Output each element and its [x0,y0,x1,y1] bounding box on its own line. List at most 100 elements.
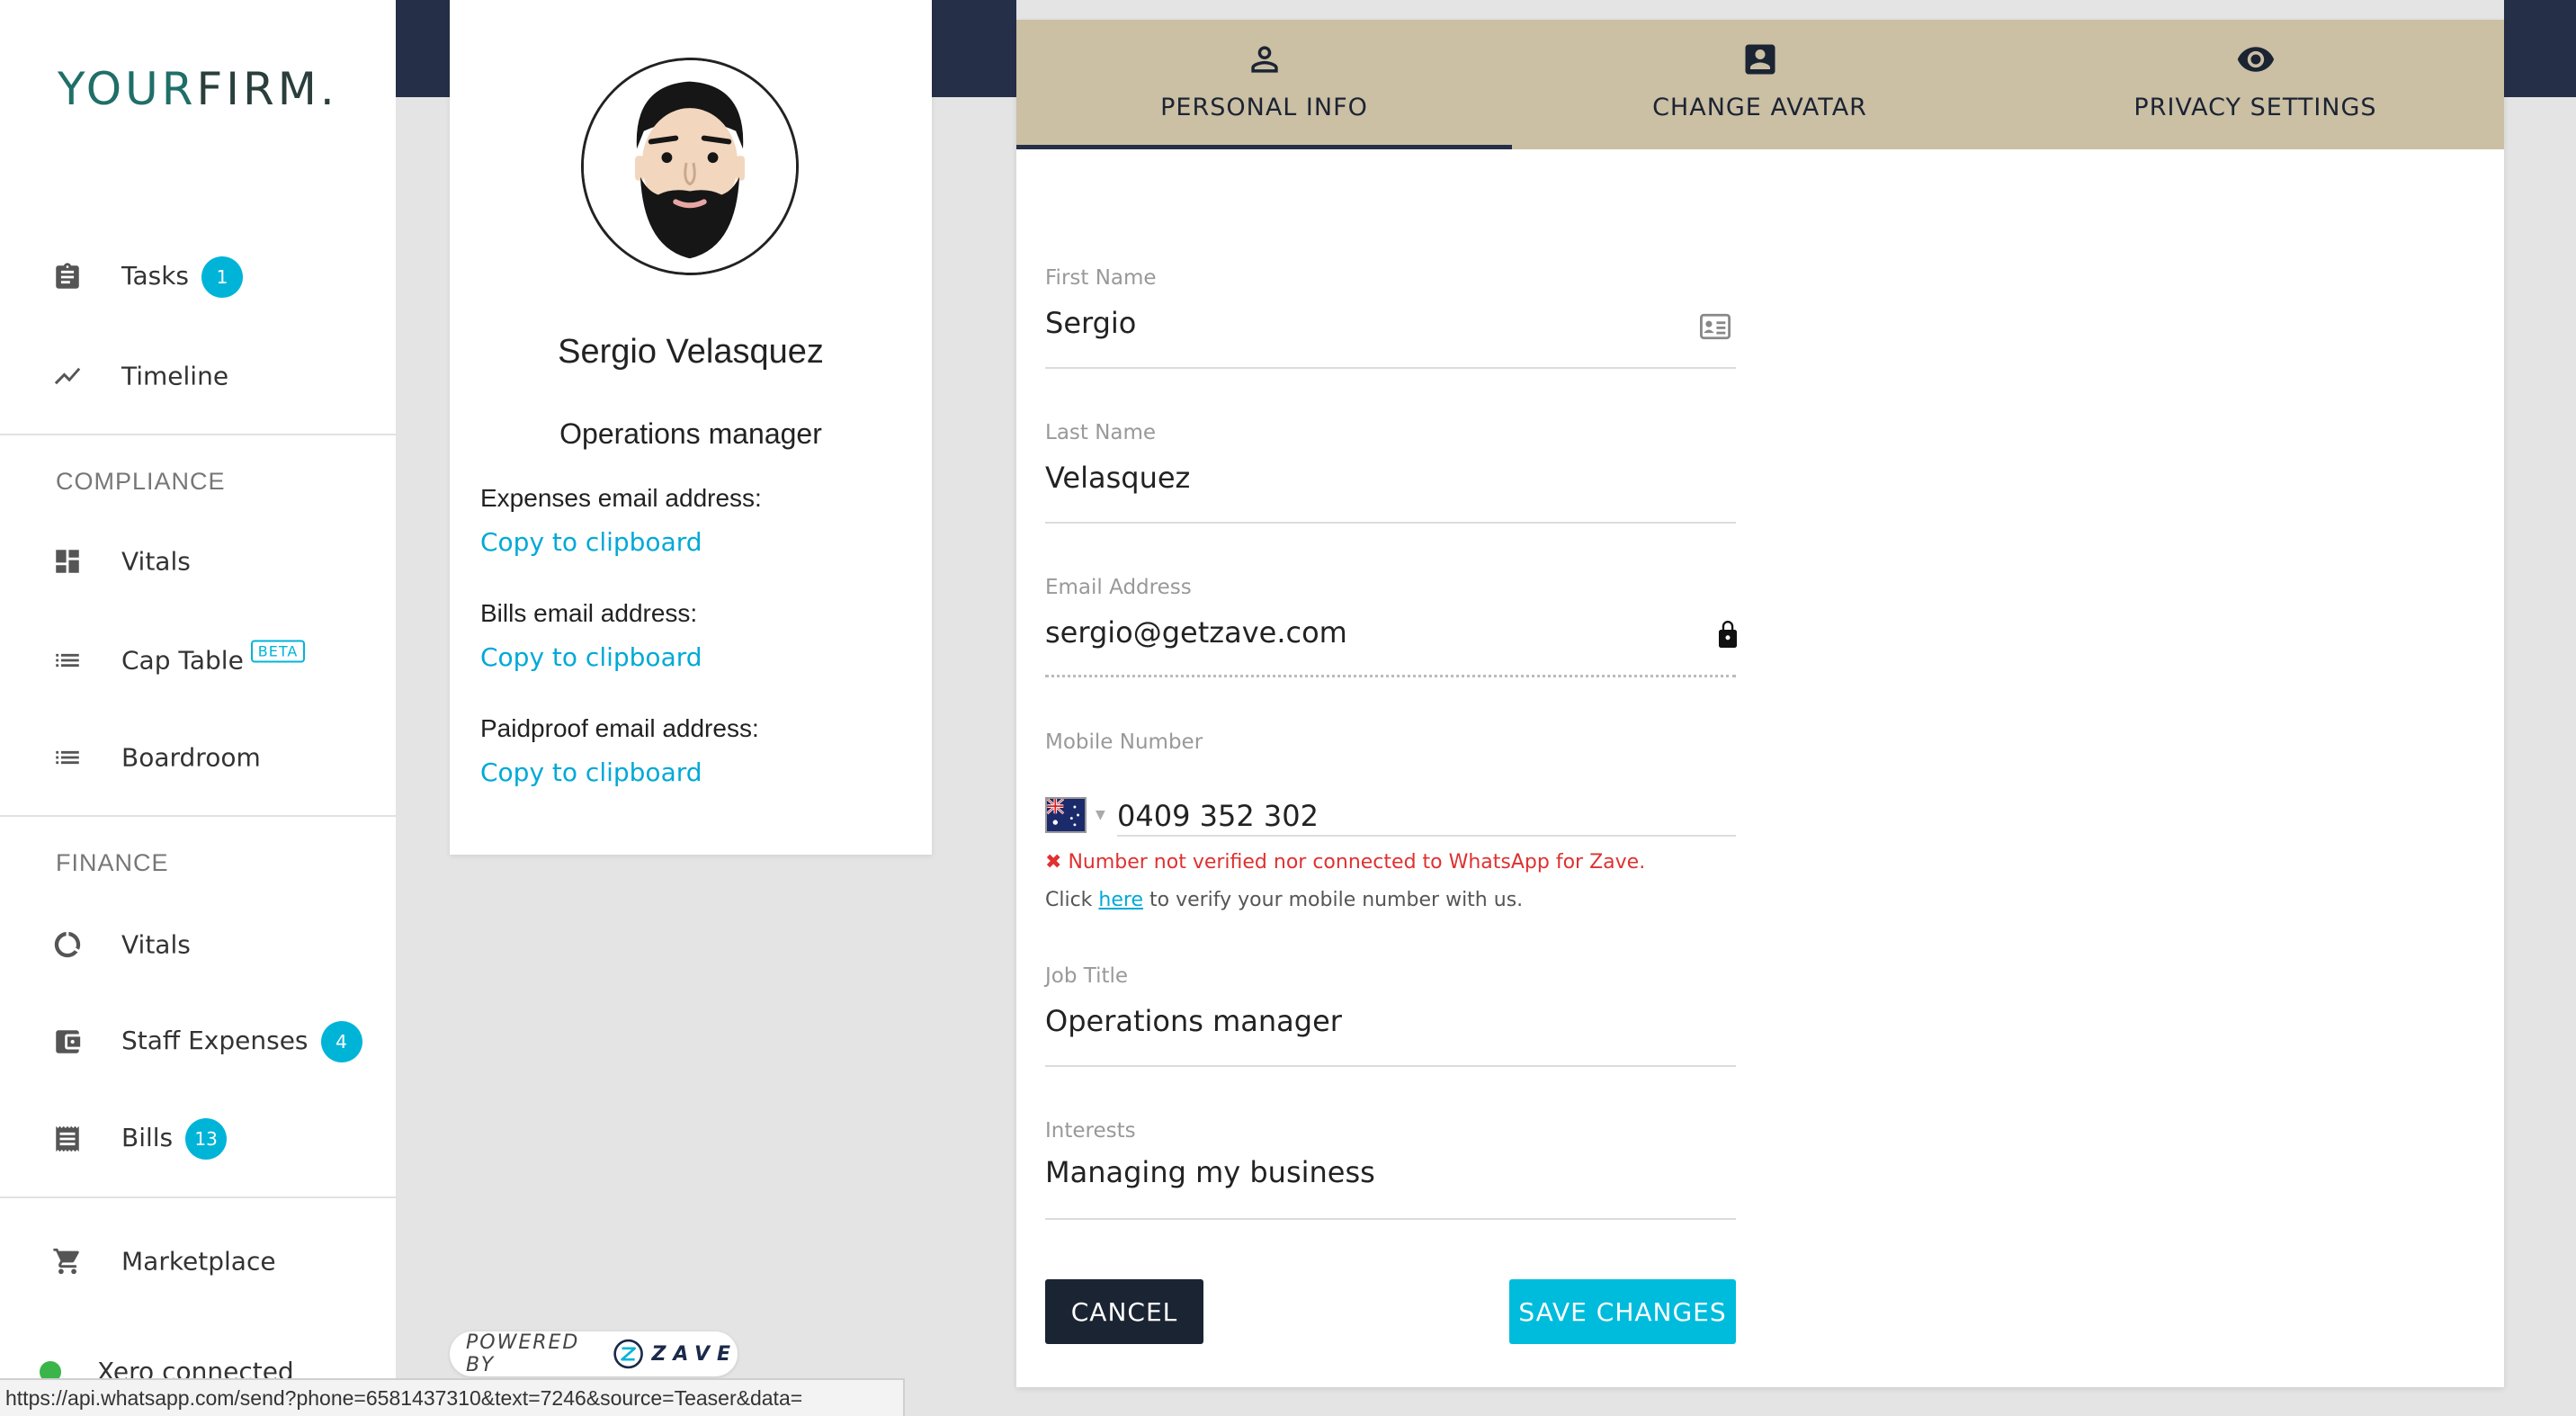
profile-name: Sergio Velasquez [558,333,824,371]
mobile-error-message: ✖ Number not verified nor connected to W… [1045,851,1645,874]
tasks-count-badge: 1 [201,256,244,298]
job-title-input[interactable]: Operations manager [1045,1004,1342,1038]
powered-by-zave[interactable]: POWERED BY ZAVE [450,1331,738,1376]
field-underline [1045,522,1736,524]
contact-card-icon [1700,313,1731,340]
bearded-man-avatar-icon [584,60,796,273]
sidebar: YOURFIRM. Tasks 1 Timeline COMPLIANCE Vit… [0,0,396,1416]
sidebar-item-label: Boardroom [121,742,261,773]
paidproof-email-label: Paidproof email address: [480,714,759,742]
interests-input[interactable]: Managing my business [1045,1155,1375,1189]
first-name-label: First Name [1045,266,1157,290]
person-icon [1250,46,1278,73]
sidebar-item-cap-table[interactable]: Cap Table BETA [0,624,396,696]
profile-role: Operations manager [559,417,822,450]
tab-privacy-settings[interactable]: PRIVACY SETTINGS [2008,20,2503,149]
chevron-down-icon[interactable]: ▼ [1096,808,1105,822]
sidebar-item-label: Timeline [121,361,229,391]
interests-label: Interests [1045,1119,1136,1143]
copy-expenses-email-link[interactable]: Copy to clipboard [480,527,702,557]
list-icon [56,750,79,765]
field-underline [1117,835,1736,837]
email-field: Email Address sergio@getzave.com [1045,576,1737,680]
user-avatar [581,58,799,275]
dashboard-icon [56,550,79,573]
bills-count-badge: 13 [185,1118,228,1160]
sidebar-item-label: Marketplace [121,1246,276,1277]
divider [0,815,396,817]
flag-graphic [1047,799,1085,831]
donut-icon [54,931,81,958]
eye-icon [2237,47,2274,72]
tab-bar: PERSONAL INFO CHANGE AVATAR PRIVACY SETT… [1016,20,2504,149]
clipboard-icon [56,263,79,289]
sidebar-item-tasks[interactable]: Tasks 1 [0,241,396,313]
sidebar-item-label: Vitals [121,929,191,960]
field-underline [1045,1218,1736,1220]
australia-flag-icon[interactable] [1045,797,1087,833]
compliance-section-title: COMPLIANCE [56,468,226,495]
mobile-field[interactable]: Mobile Number ▼ 0409 352 302 [1045,730,1736,838]
sidebar-item-label: Vitals [121,546,191,577]
error-x-icon: ✖ [1045,851,1062,874]
hint-prefix: Click [1045,889,1099,911]
tab-change-avatar[interactable]: CHANGE AVATAR [1512,20,2008,149]
sidebar-item-label: Tasks [121,261,190,291]
logo-dot: . [319,63,338,115]
tab-label: CHANGE AVATAR [1652,94,1867,121]
tab-personal-info[interactable]: PERSONAL INFO [1016,20,1512,149]
header-band [932,0,1016,97]
last-name-input[interactable]: Velasquez [1045,461,1190,495]
profile-card: Sergio Velasquez Operations manager Expe… [450,0,932,855]
interests-field[interactable]: Interests Managing my business [1045,1119,1736,1223]
verify-here-link[interactable]: here [1098,889,1143,911]
header-band [396,0,450,97]
sidebar-item-marketplace[interactable]: Marketplace [0,1225,396,1297]
job-title-field[interactable]: Job Title Operations manager [1045,964,1736,1069]
mobile-label: Mobile Number [1045,730,1203,754]
last-name-field[interactable]: Last Name Velasquez [1045,421,1736,525]
beta-tag: BETA [250,640,306,663]
mobile-input[interactable]: 0409 352 302 [1117,799,1319,833]
first-name-field[interactable]: First Name Sergio [1045,266,1736,371]
save-changes-button[interactable]: SAVE CHANGES [1509,1279,1736,1344]
logo-your: YOUR [58,63,197,115]
sidebar-item-label: Staff Expenses [121,1026,309,1055]
job-title-label: Job Title [1045,964,1129,988]
logo-firm: FIRM [196,63,320,115]
list-icon [56,653,79,668]
email-label: Email Address [1045,576,1192,599]
divider [0,1196,396,1198]
trend-line-icon [54,367,81,385]
mobile-error-text: Number not verified nor connected to Wha… [1068,851,1646,874]
tab-label: PRIVACY SETTINGS [2133,94,2377,121]
copy-paidproof-email-link[interactable]: Copy to clipboard [480,757,702,787]
expenses-email-label: Expenses email address: [480,484,762,512]
cart-icon [53,1248,79,1275]
header-band [2504,0,2576,97]
wallet-icon [56,1030,81,1053]
sidebar-item-bills[interactable]: Bills 13 [0,1103,396,1175]
sidebar-item-staff-expenses[interactable]: Staff Expenses 4 [0,1006,396,1078]
sidebar-item-finance-vitals[interactable]: Vitals [0,909,396,981]
browser-status-url: https://api.whatsapp.com/send?phone=6581… [0,1378,905,1416]
brand-logo[interactable]: YOURFIRM. [58,63,338,115]
sidebar-item-compliance-vitals[interactable]: Vitals [0,525,396,597]
sidebar-item-label: Bills [121,1123,174,1152]
mobile-verify-hint: Click here to verify your mobile number … [1045,889,1523,911]
hint-suffix: to verify your mobile number with us. [1143,889,1524,911]
finance-section-title: FINANCE [56,849,169,876]
field-underline [1045,367,1736,369]
divider [0,434,396,435]
zave-logo-icon [613,1339,644,1369]
sidebar-item-timeline[interactable]: Timeline [0,340,396,412]
cancel-button[interactable]: CANCEL [1045,1279,1203,1344]
sidebar-item-label: Cap Table [121,645,244,676]
email-input: sergio@getzave.com [1045,615,1347,650]
sidebar-item-boardroom[interactable]: Boardroom [0,721,396,793]
bills-email-label: Bills email address: [480,599,698,627]
copy-bills-email-link[interactable]: Copy to clipboard [480,642,702,672]
staff-expenses-count-badge: 4 [320,1021,362,1062]
first-name-input[interactable]: Sergio [1045,306,1136,340]
field-underline-dotted [1045,675,1736,677]
